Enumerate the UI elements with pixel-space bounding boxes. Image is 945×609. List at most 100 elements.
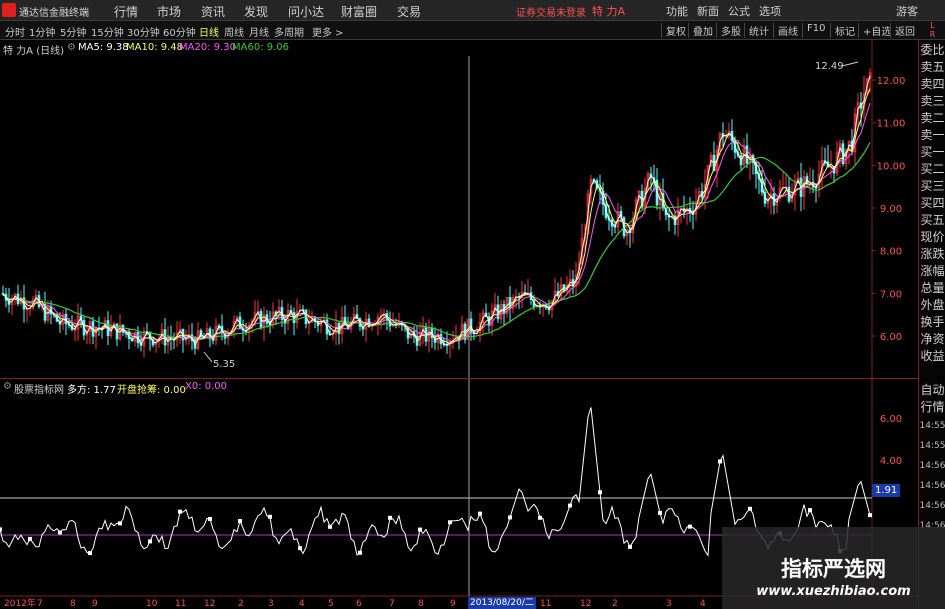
x-axis-label: 4 <box>700 599 706 609</box>
side-item-6[interactable]: 买一 <box>919 144 945 161</box>
x-axis-label: 7 <box>37 599 43 609</box>
x-axis-label: 5 <box>328 599 334 609</box>
watermark-url: www.xuezhibiao.com <box>756 584 911 599</box>
side-item-10[interactable]: 买五 <box>919 212 945 229</box>
side-item-5[interactable]: 卖一 <box>919 127 945 144</box>
x-axis-label: 9 <box>92 599 98 609</box>
x-axis-label: 8 <box>418 599 424 609</box>
price-axis-label: 6.00 <box>880 332 902 343</box>
corner-badge-l: L <box>930 21 935 30</box>
chart-canvas[interactable]: 12.00 11.00 10.00 9.00 8.00 7.00 6.00 6.00 4.00 2… <box>0 0 918 609</box>
side-item-15[interactable]: 外盘 <box>919 297 945 314</box>
x-axis-label: 2 <box>238 599 244 609</box>
x-axis-label: 8 <box>70 599 76 609</box>
price-axis-label: 10.00 <box>877 161 906 172</box>
x-axis-label: 11 <box>540 599 551 609</box>
indicator-info-bar: ⚙ 股票指标网 多方: 1.77 开盘抢筹: 0.00 X0: 0.00 <box>0 378 918 396</box>
x-axis-label: 4 <box>299 599 305 609</box>
price-axis-label: 9.00 <box>880 204 902 215</box>
side-item-11[interactable]: 现价 <box>919 229 945 246</box>
side-item-24[interactable]: 14:56 <box>919 478 945 495</box>
low-price-annotation: 5.35 <box>213 359 235 370</box>
cursor-date-badge: 2013/08/20/二 <box>468 597 536 609</box>
x-axis-label: 12 <box>204 599 215 609</box>
side-item-19[interactable]: 自动 <box>919 382 945 399</box>
indicator-signal-dot <box>178 509 182 514</box>
settings-icon[interactable]: ⚙ <box>67 42 76 53</box>
ma20-line <box>2 103 871 343</box>
ma5-line <box>2 75 871 346</box>
indicator-signal-dot <box>538 515 542 520</box>
indicator-signal-dot <box>388 515 392 520</box>
watermark-overlay: 指标严选网 www.xuezhibiao.com <box>722 527 945 609</box>
side-item-4[interactable]: 卖二 <box>919 110 945 127</box>
side-item-17[interactable]: 净资 <box>919 331 945 348</box>
indicator-signal-dot <box>58 530 62 535</box>
side-item-22[interactable]: 14:55 <box>919 438 945 455</box>
indicator-signal-dot <box>208 516 212 521</box>
current-value-badge: 1.91 <box>872 484 901 497</box>
indicator-signal-dot <box>658 510 662 515</box>
side-item-25[interactable]: 14:56 <box>919 498 945 515</box>
side-item-14[interactable]: 总量 <box>919 280 945 297</box>
indicator-signal-dot <box>448 520 452 525</box>
ma60-label: MA60: 9.06 <box>232 42 290 53</box>
indicator-signal-dot <box>358 550 362 555</box>
kaipan-value: 开盘抢筹: 0.00 <box>117 385 186 396</box>
x-axis-label: 10 <box>146 599 158 609</box>
side-item-3[interactable]: 卖三 <box>919 93 945 110</box>
indicator-signal-dot <box>688 524 692 529</box>
indicator-signal-dot <box>718 459 722 464</box>
side-item-16[interactable]: 换手 <box>919 314 945 331</box>
x-axis-label: 11 <box>175 599 186 609</box>
indicator-settings-icon[interactable]: ⚙ <box>3 381 12 392</box>
side-item-18[interactable]: 收益 <box>919 348 945 365</box>
ma5-label: MA5: 9.38 <box>78 42 129 53</box>
side-item-8[interactable]: 买三 <box>919 178 945 195</box>
indicator-signal-dot <box>748 506 752 511</box>
side-item-2[interactable]: 卖四 <box>919 76 945 93</box>
indicator-axis-label: 6.00 <box>880 414 902 425</box>
x-axis-label: 3 <box>268 599 274 609</box>
ma10-label: MA10: 9.48 <box>126 42 184 53</box>
high-price-annotation: 12.49 <box>815 61 844 72</box>
side-item-21[interactable]: 14:55 <box>919 418 945 435</box>
side-item-0[interactable]: 委比 <box>919 42 945 59</box>
x-axis-label: 7 <box>389 599 395 609</box>
side-item-12[interactable]: 涨跌 <box>919 246 945 263</box>
indicator-signal-dot <box>508 515 512 520</box>
indicator-signal-dot <box>418 527 422 532</box>
indicator-signal-dot <box>478 511 482 516</box>
side-item-23[interactable]: 14:56 <box>919 458 945 475</box>
high-pointer <box>841 61 859 67</box>
indicator-signal-dot <box>88 551 92 556</box>
ma60-line <box>2 142 871 340</box>
price-axis-label: 7.00 <box>880 289 902 300</box>
x0-value: X0: 0.00 <box>185 381 228 392</box>
side-item-9[interactable]: 买四 <box>919 195 945 212</box>
stock-period-label: 特 力A (日线) <box>3 46 65 57</box>
indicator-axis-label: 4.00 <box>880 456 902 467</box>
ma-lines <box>2 75 871 346</box>
side-item-20[interactable]: 行情 <box>919 399 945 416</box>
corner-badge-r: R <box>929 30 936 39</box>
indicator-signal-dot <box>598 490 602 495</box>
x-axis-label: 3 <box>666 599 672 609</box>
ma20-label: MA20: 9.30 <box>179 42 237 53</box>
indicator-signal-dot <box>148 539 152 544</box>
indicator-signal-dot <box>868 513 872 518</box>
main-info-bar: 特 力A (日线) ⚙ MA5: 9.38 MA10: 9.48 MA20: 9… <box>0 40 918 57</box>
watermark-title: 指标严选网 <box>781 557 886 581</box>
side-item-13[interactable]: 涨幅 <box>919 263 945 280</box>
indicator-signal-dot <box>268 514 272 519</box>
x-axis-label: 6 <box>356 599 362 609</box>
side-item-7[interactable]: 买二 <box>919 161 945 178</box>
corner-badge[interactable]: L R <box>920 21 945 40</box>
x-axis-label: 2 <box>612 599 618 609</box>
ma10-line <box>2 88 871 345</box>
x-axis-label: 12 <box>580 599 591 609</box>
indicator-signal-dot <box>118 521 122 526</box>
indicator-name[interactable]: 股票指标网 <box>14 381 64 396</box>
side-item-1[interactable]: 卖五 <box>919 59 945 76</box>
indicator-signal-dot <box>568 503 572 508</box>
